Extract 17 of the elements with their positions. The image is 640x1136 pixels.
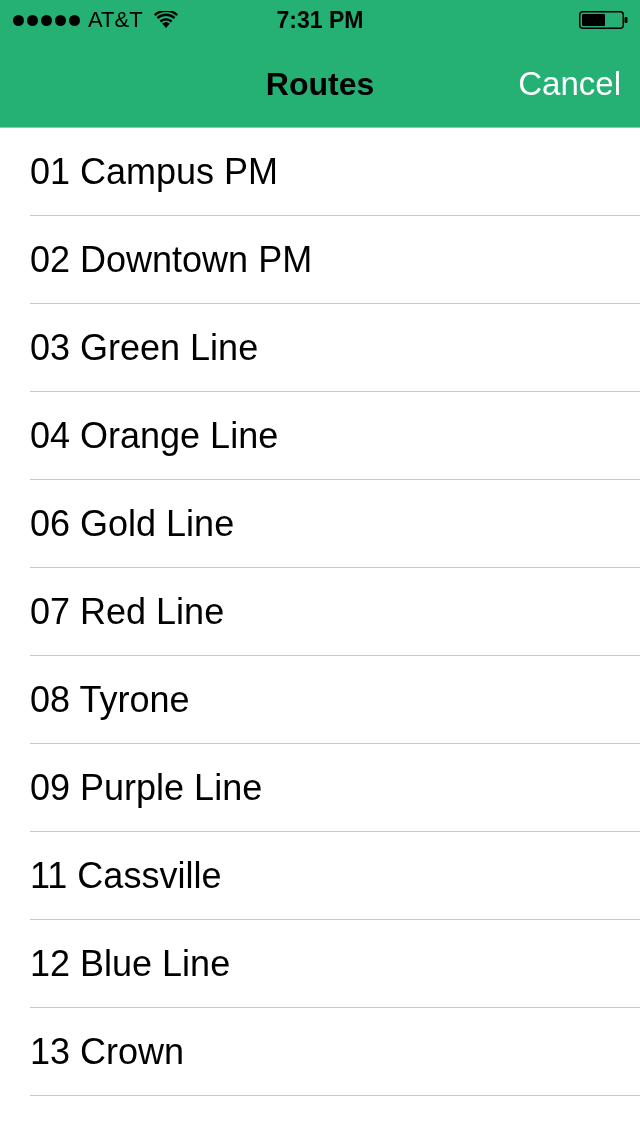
- route-row[interactable]: 04 Orange Line: [30, 392, 640, 480]
- route-row[interactable]: 06 Gold Line: [30, 480, 640, 568]
- wifi-icon: [153, 10, 178, 28]
- route-row[interactable]: 12 Blue Line: [30, 920, 640, 1008]
- status-time: 7:31 PM: [276, 7, 364, 33]
- route-row[interactable]: 02 Downtown PM: [30, 216, 640, 304]
- carrier-name: AT&T: [88, 7, 143, 33]
- route-row[interactable]: 08 Tyrone: [30, 656, 640, 744]
- nav-title: Routes: [265, 64, 375, 103]
- route-row[interactable]: 11 Cassville: [30, 832, 640, 920]
- signal-icon: [13, 14, 80, 26]
- battery-icon: [579, 11, 628, 29]
- route-row[interactable]: 03 Green Line: [30, 304, 640, 392]
- route-row[interactable]: 01 Campus PM: [30, 128, 640, 216]
- route-row[interactable]: 09 Purple Line: [30, 744, 640, 832]
- route-row[interactable]: 07 Red Line: [30, 568, 640, 656]
- route-row[interactable]: 13 Crown: [30, 1008, 640, 1096]
